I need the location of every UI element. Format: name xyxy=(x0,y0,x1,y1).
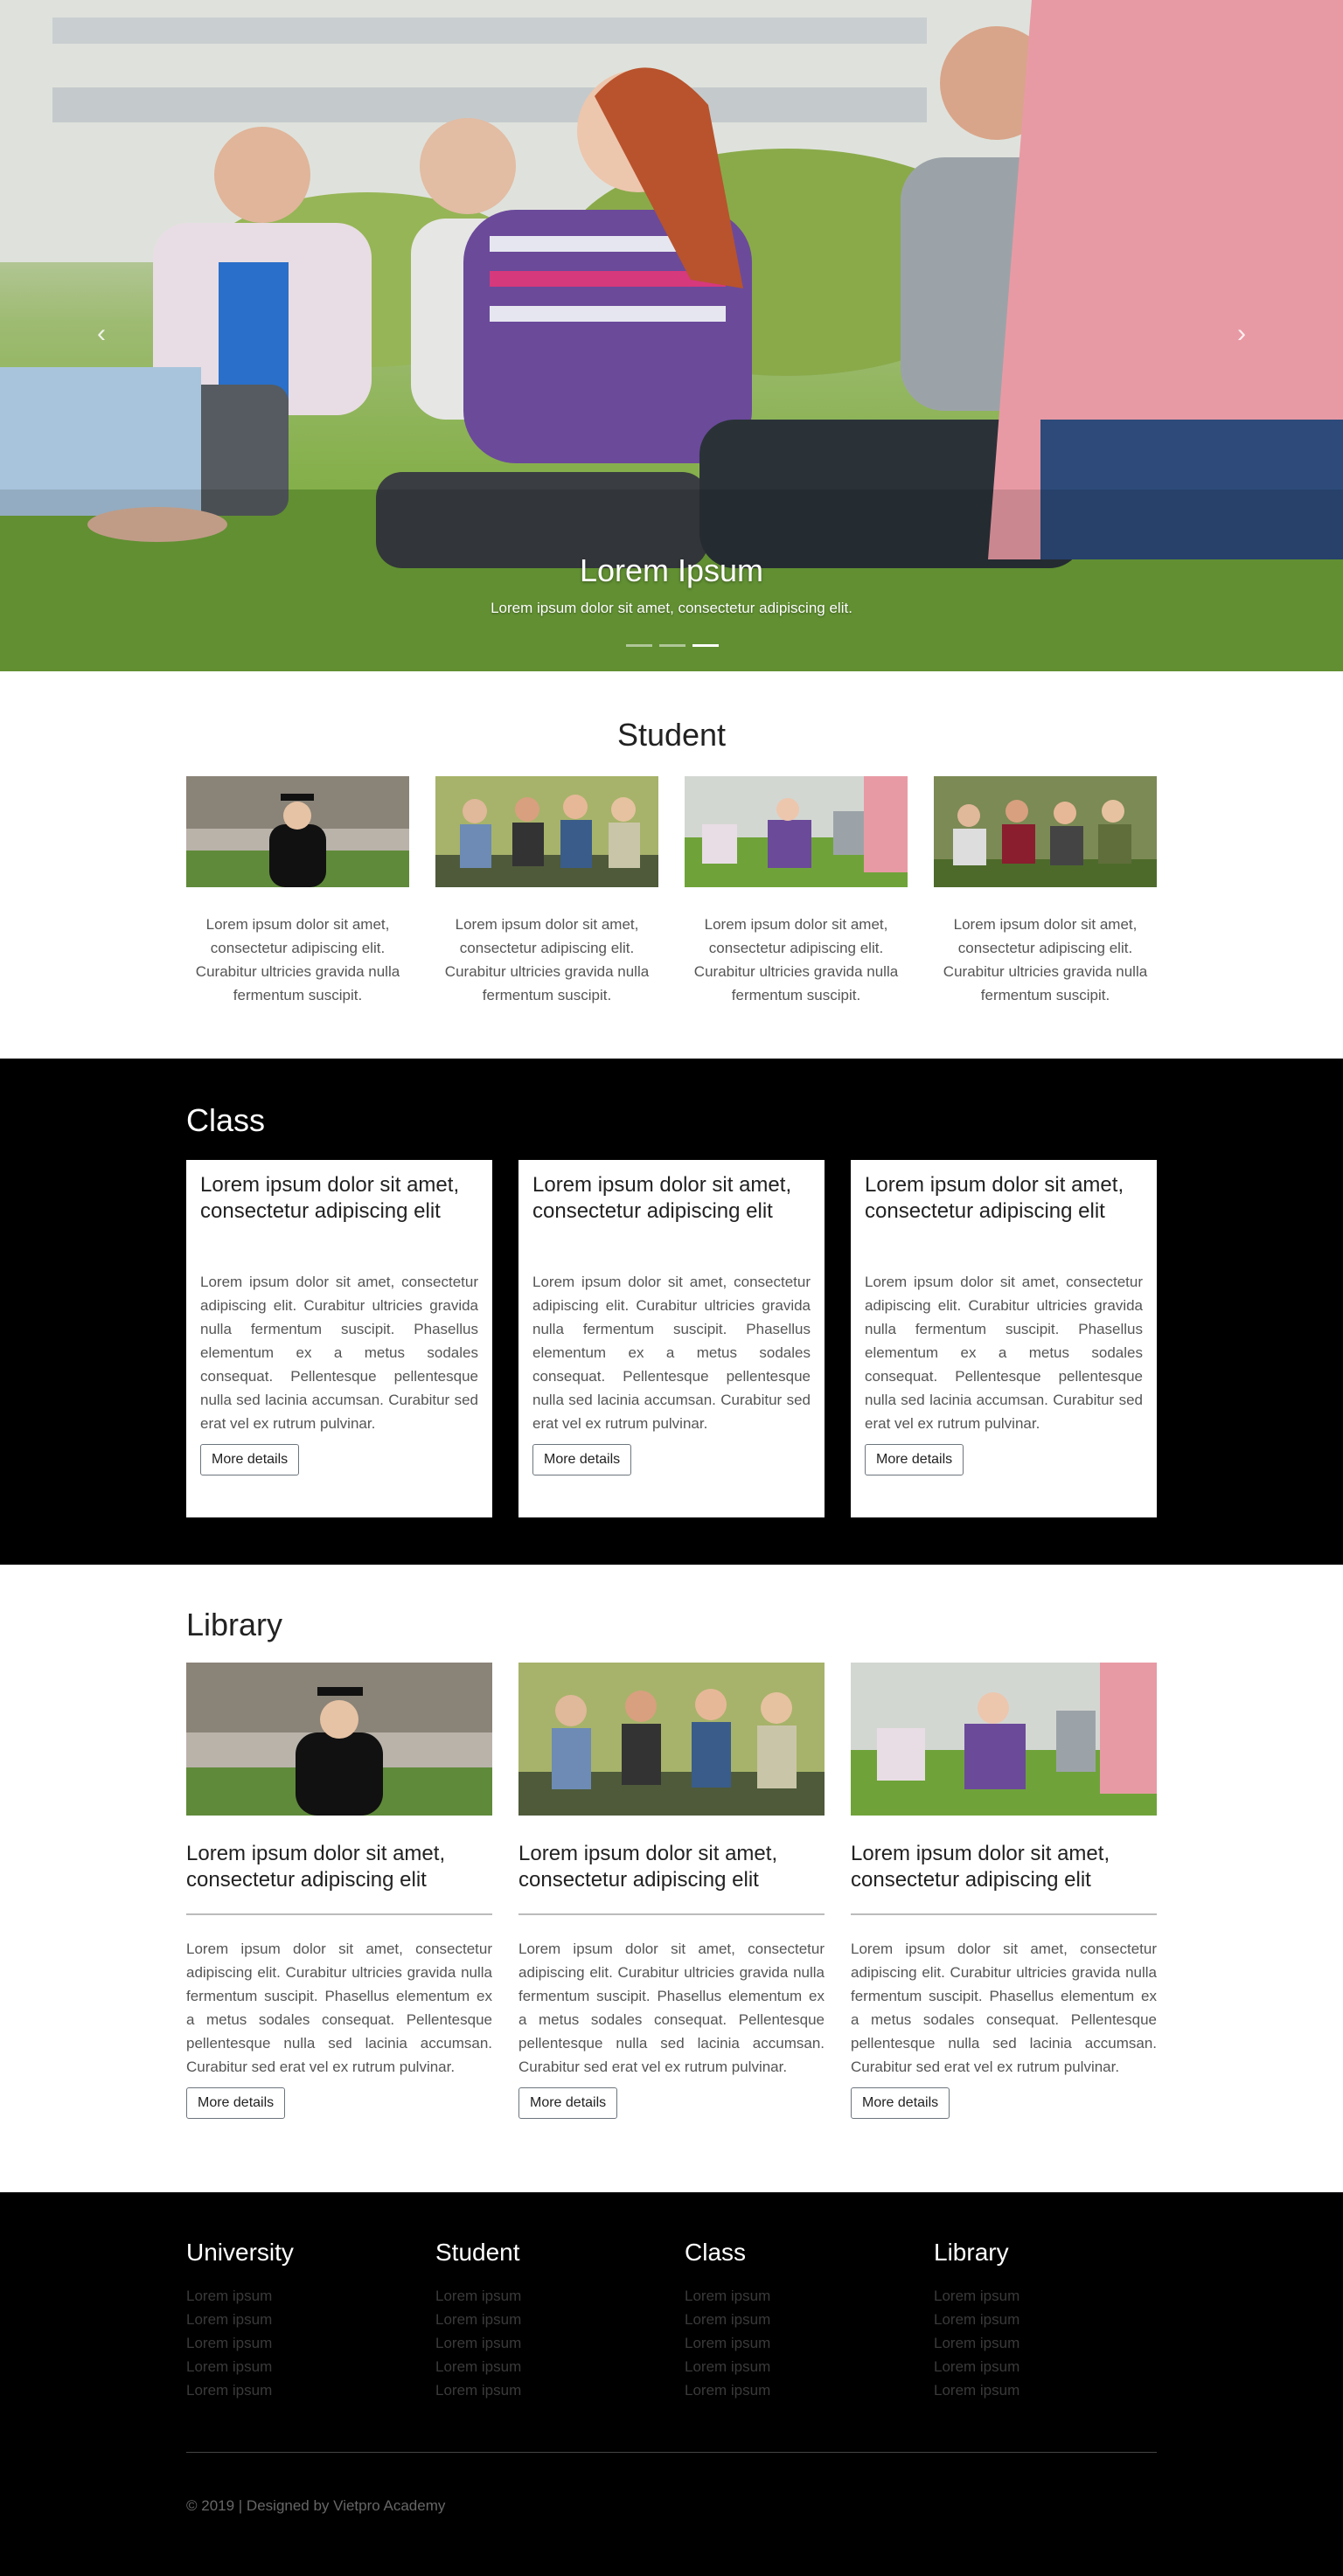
hero-title: Lorem Ipsum xyxy=(579,552,764,588)
footer-link[interactable]: Lorem ipsum xyxy=(186,2331,409,2355)
footer-link[interactable]: Lorem ipsum xyxy=(685,2308,908,2331)
student-card-text: Lorem ipsum dolor sit amet, consectetur … xyxy=(693,916,899,1003)
student-photo xyxy=(435,776,658,887)
footer-column-university: University Lorem ipsum Lorem ipsum Lorem… xyxy=(186,2239,409,2402)
footer-link[interactable]: Lorem ipsum xyxy=(186,2284,409,2308)
library-photo xyxy=(518,1663,825,1816)
library-card-title: Lorem ipsum dolor sit amet, consectetur … xyxy=(186,1841,492,1915)
footer-link[interactable]: Lorem ipsum xyxy=(685,2355,908,2378)
footer-heading: Library xyxy=(934,2239,1009,2266)
carousel-indicators xyxy=(626,644,719,647)
footer-link[interactable]: Lorem ipsum xyxy=(186,2308,409,2331)
footer-heading: Class xyxy=(685,2239,747,2266)
more-details-button[interactable]: More details xyxy=(200,1444,300,1475)
footer-link[interactable]: Lorem ipsum xyxy=(934,2308,1157,2331)
student-card-text: Lorem ipsum dolor sit amet, consectetur … xyxy=(943,916,1148,1003)
footer-link[interactable]: Lorem ipsum xyxy=(934,2355,1157,2378)
carousel-indicator-3[interactable] xyxy=(692,644,719,647)
footer-link[interactable]: Lorem ipsum xyxy=(186,2355,409,2378)
class-card: Lorem ipsum dolor sit amet, consectetur … xyxy=(518,1160,825,1517)
copyright-text: © 2019 | Designed by Vietpro Academy xyxy=(186,2497,446,2514)
footer-link[interactable]: Lorem ipsum xyxy=(186,2378,409,2402)
carousel-next-icon[interactable]: › xyxy=(1224,316,1259,351)
student-card-text: Lorem ipsum dolor sit amet, consectetur … xyxy=(195,916,400,1003)
footer-link[interactable]: Lorem ipsum xyxy=(435,2331,658,2355)
student-heading: Student xyxy=(616,717,727,753)
hero-subtitle: Lorem ipsum dolor sit amet, consectetur … xyxy=(491,600,852,616)
more-details-button[interactable]: More details xyxy=(518,2087,618,2119)
footer-column-student: Student Lorem ipsum Lorem ipsum Lorem ip… xyxy=(435,2239,658,2402)
class-card-text: Lorem ipsum dolor sit amet, consectetur … xyxy=(200,1274,478,1432)
library-card-title: Lorem ipsum dolor sit amet, consectetur … xyxy=(851,1841,1157,1915)
more-details-button[interactable]: More details xyxy=(851,2087,950,2119)
footer-column-library: Library Lorem ipsum Lorem ipsum Lorem ip… xyxy=(934,2239,1157,2402)
class-card-text: Lorem ipsum dolor sit amet, consectetur … xyxy=(532,1274,811,1432)
footer-link[interactable]: Lorem ipsum xyxy=(934,2284,1157,2308)
more-details-button[interactable]: More details xyxy=(532,1444,632,1475)
footer-link[interactable]: Lorem ipsum xyxy=(685,2284,908,2308)
footer-column-class: Class Lorem ipsum Lorem ipsum Lorem ipsu… xyxy=(685,2239,908,2402)
carousel-indicator-1[interactable] xyxy=(626,644,652,647)
student-card: Lorem ipsum dolor sit amet, consectetur … xyxy=(934,776,1157,1007)
carousel-prev-icon[interactable]: ‹ xyxy=(84,316,119,351)
footer-link[interactable]: Lorem ipsum xyxy=(934,2331,1157,2355)
library-card: Lorem ipsum dolor sit amet, consectetur … xyxy=(186,1663,492,2119)
class-heading: Class xyxy=(186,1102,266,1138)
footer-heading: University xyxy=(186,2239,294,2266)
footer-link[interactable]: Lorem ipsum xyxy=(435,2355,658,2378)
footer-heading: Student xyxy=(435,2239,520,2266)
more-details-button[interactable]: More details xyxy=(865,1444,964,1475)
library-photo xyxy=(851,1663,1157,1816)
library-heading: Library xyxy=(186,1607,283,1642)
class-card-title: Lorem ipsum dolor sit amet, consectetur … xyxy=(200,1173,460,1223)
class-card: Lorem ipsum dolor sit amet, consectetur … xyxy=(851,1160,1157,1517)
footer-link[interactable]: Lorem ipsum xyxy=(435,2378,658,2402)
footer-link[interactable]: Lorem ipsum xyxy=(685,2331,908,2355)
hero-carousel: ‹ › Lorem Ipsum Lorem ipsum dolor sit am… xyxy=(0,0,1343,671)
student-card-text: Lorem ipsum dolor sit amet, consectetur … xyxy=(444,916,650,1003)
student-card: Lorem ipsum dolor sit amet, consectetur … xyxy=(186,776,409,1007)
library-card-text: Lorem ipsum dolor sit amet, consectetur … xyxy=(851,1941,1157,2075)
library-card: Lorem ipsum dolor sit amet, consectetur … xyxy=(518,1663,825,2119)
library-card-title: Lorem ipsum dolor sit amet, consectetur … xyxy=(518,1841,825,1915)
library-photo xyxy=(186,1663,492,1816)
footer: University Lorem ipsum Lorem ipsum Lorem… xyxy=(0,2192,1343,2576)
footer-link[interactable]: Lorem ipsum xyxy=(685,2378,908,2402)
footer-link[interactable]: Lorem ipsum xyxy=(435,2308,658,2331)
carousel-indicator-2[interactable] xyxy=(659,644,685,647)
student-photo xyxy=(186,776,409,887)
footer-link[interactable]: Lorem ipsum xyxy=(934,2378,1157,2402)
footer-link[interactable]: Lorem ipsum xyxy=(435,2284,658,2308)
student-card: Lorem ipsum dolor sit amet, consectetur … xyxy=(685,776,908,1007)
student-photo xyxy=(685,776,908,887)
more-details-button[interactable]: More details xyxy=(186,2087,286,2119)
student-section: Student Lorem ipsum dolor sit amet, cons… xyxy=(0,671,1343,1059)
class-card-title: Lorem ipsum dolor sit amet, consectetur … xyxy=(865,1173,1124,1223)
class-section: Class Lorem ipsum dolor sit amet, consec… xyxy=(0,1059,1343,1565)
library-section: Library Lorem ipsum dolor sit amet, cons… xyxy=(0,1565,1343,2192)
library-card: Lorem ipsum dolor sit amet, consectetur … xyxy=(851,1663,1157,2119)
class-card-text: Lorem ipsum dolor sit amet, consectetur … xyxy=(865,1274,1143,1432)
class-card: Lorem ipsum dolor sit amet, consectetur … xyxy=(186,1160,492,1517)
student-card: Lorem ipsum dolor sit amet, consectetur … xyxy=(435,776,658,1007)
library-card-text: Lorem ipsum dolor sit amet, consectetur … xyxy=(518,1941,825,2075)
class-card-title: Lorem ipsum dolor sit amet, consectetur … xyxy=(532,1173,792,1223)
library-card-text: Lorem ipsum dolor sit amet, consectetur … xyxy=(186,1941,492,2075)
footer-divider xyxy=(186,2452,1157,2453)
student-photo xyxy=(934,776,1157,887)
